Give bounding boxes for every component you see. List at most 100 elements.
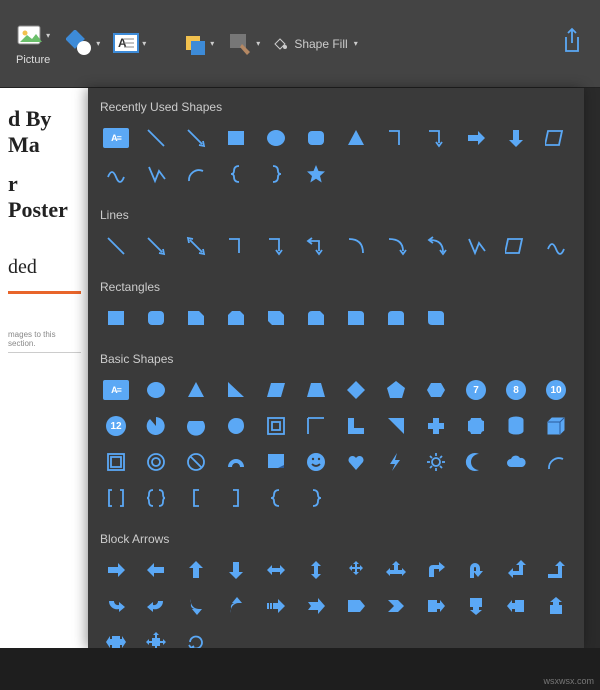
line-elbow-arrow[interactable] — [256, 228, 296, 264]
line-double-arrow[interactable] — [176, 228, 216, 264]
arrow-leftright-callout[interactable] — [96, 624, 136, 648]
arrow-quad-callout[interactable] — [136, 624, 176, 648]
arrow-up[interactable] — [176, 552, 216, 588]
arrow-chevron[interactable] — [376, 588, 416, 624]
shape-textbox[interactable]: A≡ — [103, 128, 129, 148]
arrow-uturn[interactable] — [456, 552, 496, 588]
basic-right-triangle[interactable] — [216, 372, 256, 408]
shape-left-brace[interactable] — [216, 156, 256, 192]
basic-dodecagon[interactable]: 12 — [96, 408, 136, 444]
textbox-button[interactable]: A ▾ — [112, 30, 146, 58]
line-scribble[interactable] — [536, 228, 576, 264]
shape-arrow-right[interactable] — [456, 120, 496, 156]
line-freeform-shape[interactable] — [496, 228, 536, 264]
line-curve[interactable] — [336, 228, 376, 264]
arrow-bent[interactable] — [416, 552, 456, 588]
arrow-down-callout[interactable] — [456, 588, 496, 624]
rect-round1[interactable] — [336, 300, 376, 336]
basic-donut[interactable] — [136, 444, 176, 480]
arrow-left[interactable] — [136, 552, 176, 588]
shapes-scroll[interactable]: Recently Used Shapes A≡ Lines — [88, 88, 584, 648]
arrow-pentagon[interactable] — [336, 588, 376, 624]
rect-snip1[interactable] — [176, 300, 216, 336]
basic-right-bracket[interactable] — [216, 480, 256, 516]
basic-pie[interactable] — [136, 408, 176, 444]
shape-freeform[interactable] — [136, 156, 176, 192]
basic-can[interactable] — [496, 408, 536, 444]
arrow-curved-down[interactable] — [176, 588, 216, 624]
basic-chord[interactable] — [176, 408, 216, 444]
shape-star[interactable] — [296, 156, 336, 192]
shape-right-brace[interactable] — [256, 156, 296, 192]
basic-heptagon[interactable]: 7 — [456, 372, 496, 408]
shape-line[interactable] — [136, 120, 176, 156]
basic-decagon[interactable]: 10 — [536, 372, 576, 408]
line-freeform-angle[interactable] — [456, 228, 496, 264]
shape-arrow-down[interactable] — [496, 120, 536, 156]
basic-lshape[interactable] — [336, 408, 376, 444]
basic-diamond[interactable] — [336, 372, 376, 408]
picture-group[interactable]: ▾ Picture — [8, 0, 58, 87]
line-elbow[interactable] — [216, 228, 256, 264]
basic-textbox[interactable]: A≡ — [103, 380, 129, 400]
basic-trapezoid[interactable] — [296, 372, 336, 408]
rect-snip2diag[interactable] — [256, 300, 296, 336]
arrow-bentup[interactable] — [536, 552, 576, 588]
basic-parallelogram[interactable] — [256, 372, 296, 408]
arrow-leftright[interactable] — [256, 552, 296, 588]
line-arrow[interactable] — [136, 228, 176, 264]
arrow-striped[interactable] — [256, 588, 296, 624]
share-button[interactable] — [560, 27, 584, 60]
arrange-button[interactable]: ▾ — [180, 30, 214, 58]
basic-heart[interactable] — [336, 444, 376, 480]
shapes-button[interactable]: ▾ — [66, 30, 100, 58]
basic-pentagon[interactable] — [376, 372, 416, 408]
arrow-up-callout[interactable] — [536, 588, 576, 624]
arrow-circular[interactable] — [176, 624, 216, 648]
basic-double-bracket[interactable] — [96, 480, 136, 516]
rect-snip2same[interactable] — [216, 300, 256, 336]
rect-round2diag[interactable] — [416, 300, 456, 336]
basic-octagon[interactable]: 8 — [496, 372, 536, 408]
basic-cube[interactable] — [536, 408, 576, 444]
shape-rounded-rect[interactable] — [296, 120, 336, 156]
basic-folded[interactable] — [256, 444, 296, 480]
basic-oval[interactable] — [136, 372, 176, 408]
arrow-right-callout[interactable] — [416, 588, 456, 624]
basic-plaque[interactable] — [456, 408, 496, 444]
rect-plain[interactable] — [96, 300, 136, 336]
basic-smiley[interactable] — [296, 444, 336, 480]
rect-snipround[interactable] — [296, 300, 336, 336]
shape-oval[interactable] — [256, 120, 296, 156]
basic-diagonal[interactable] — [376, 408, 416, 444]
arrow-right[interactable] — [96, 552, 136, 588]
shape-rectangle[interactable] — [216, 120, 256, 156]
arrow-leftrightup[interactable] — [376, 552, 416, 588]
basic-cloud[interactable] — [496, 444, 536, 480]
arrow-down[interactable] — [216, 552, 256, 588]
basic-frame[interactable] — [256, 408, 296, 444]
shape-fill-button[interactable]: Shape Fill ▾ — [272, 36, 357, 52]
line-curve-arrow[interactable] — [376, 228, 416, 264]
rect-round2same[interactable] — [376, 300, 416, 336]
shape-scribble[interactable] — [96, 156, 136, 192]
line-elbow-double[interactable] — [296, 228, 336, 264]
shape-arc[interactable] — [176, 156, 216, 192]
shape-flowchart[interactable] — [536, 120, 576, 156]
arrow-curved-left[interactable] — [136, 588, 176, 624]
rect-rounded[interactable] — [136, 300, 176, 336]
arrow-left-callout[interactable] — [496, 588, 536, 624]
quick-styles-button[interactable]: ▾ — [226, 30, 260, 58]
basic-sun[interactable] — [416, 444, 456, 480]
basic-double-brace[interactable] — [136, 480, 176, 516]
arrow-updown[interactable] — [296, 552, 336, 588]
basic-arc[interactable] — [536, 444, 576, 480]
arrow-curved-right[interactable] — [96, 588, 136, 624]
shape-line-arrow[interactable] — [176, 120, 216, 156]
arrow-leftup[interactable] — [496, 552, 536, 588]
basic-plus[interactable] — [416, 408, 456, 444]
basic-hexagon[interactable] — [416, 372, 456, 408]
shape-connector-elbow[interactable] — [376, 120, 416, 156]
basic-triangle[interactable] — [176, 372, 216, 408]
basic-noentry[interactable] — [176, 444, 216, 480]
